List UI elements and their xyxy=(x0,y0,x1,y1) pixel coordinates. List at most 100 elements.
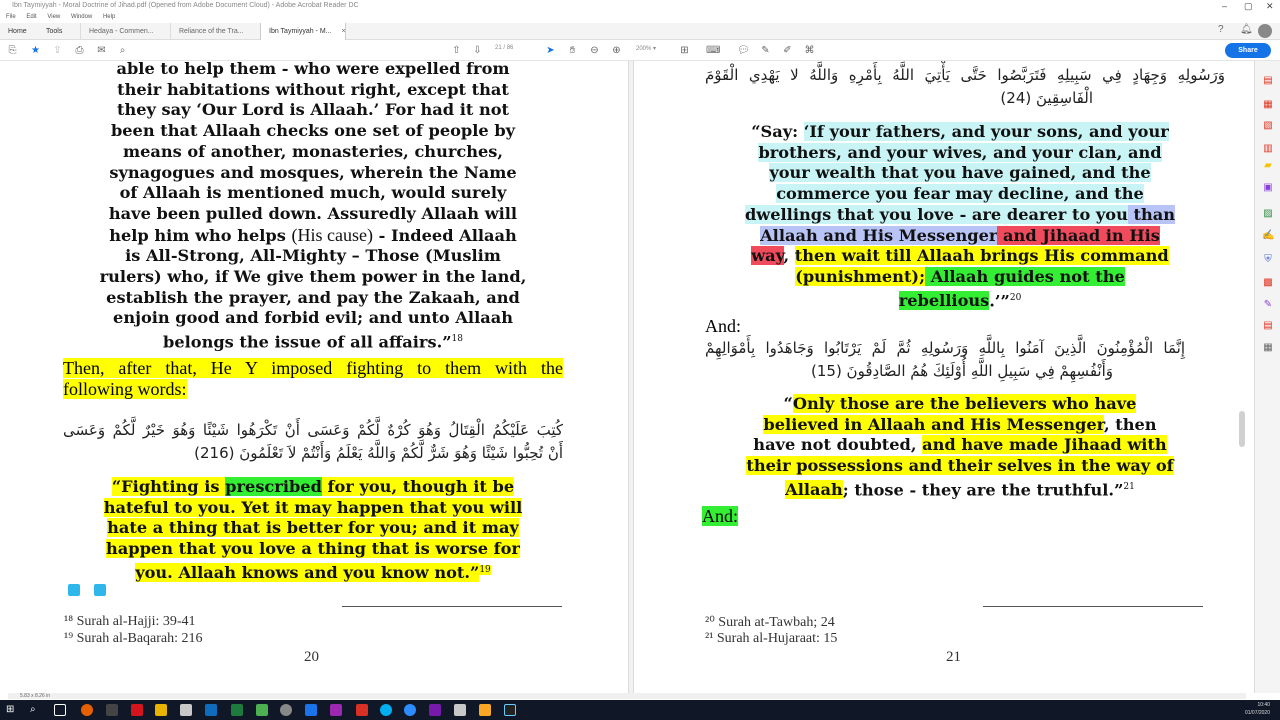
tab-ibn-taymiyyah[interactable]: Ibn Taymiyyah - M... × xyxy=(260,23,346,40)
create-pdf-icon[interactable]: ⎘ xyxy=(6,44,19,57)
tab-tools[interactable]: Tools xyxy=(38,23,78,40)
notepad-icon[interactable] xyxy=(454,704,466,716)
organize-pages-icon[interactable]: ▥ xyxy=(1262,143,1274,155)
taskbar-search-icon[interactable]: ⌕ xyxy=(30,704,42,716)
minimize-icon[interactable]: – xyxy=(1222,0,1227,12)
app-circle-icon[interactable] xyxy=(280,704,292,716)
export-pdf-icon[interactable]: ▤ xyxy=(1262,75,1274,87)
search-icon[interactable]: ⌕ xyxy=(116,44,129,57)
close-window-icon[interactable]: ✕ xyxy=(1266,0,1274,12)
verse-segment: , then xyxy=(1103,414,1157,434)
page-current: 21 xyxy=(495,45,502,51)
print-icon[interactable]: ⎙ xyxy=(73,44,86,57)
left-page: able to help them - who were expelled fr… xyxy=(8,61,628,693)
quote-line: have been pulled down. Assuredly Allaah … xyxy=(108,203,518,223)
menu-help[interactable]: Help xyxy=(103,12,115,23)
zoom-in-icon[interactable]: ⊕ xyxy=(610,44,623,57)
terminal-icon[interactable] xyxy=(504,704,516,716)
more-tools-icon[interactable]: ▦ xyxy=(1262,342,1274,354)
clock-date[interactable]: 01/07/2020 xyxy=(1230,710,1270,716)
verse-line: “Only those are the believers who have xyxy=(720,394,1200,415)
word-icon[interactable] xyxy=(305,704,317,716)
fill-sign-icon[interactable]: ✍ xyxy=(1262,230,1274,242)
quote-parenthetical: (His cause) xyxy=(291,224,373,245)
menu-window[interactable]: Window xyxy=(71,12,92,23)
horizontal-scrollbar[interactable] xyxy=(8,693,1246,699)
folder-icon[interactable] xyxy=(479,704,491,716)
highlighted-text: (punishment); xyxy=(795,266,926,286)
maximize-icon[interactable]: ▢ xyxy=(1244,0,1253,12)
select-cursor-icon[interactable]: ➤ xyxy=(544,44,557,57)
keyboard-icon[interactable]: ⌨ xyxy=(706,44,720,57)
email-icon[interactable]: ✉ xyxy=(95,44,108,57)
app-icon[interactable] xyxy=(106,704,118,716)
store-icon[interactable] xyxy=(180,704,192,716)
comment-icon[interactable]: 💬︎ xyxy=(737,44,750,57)
tab-reliance[interactable]: Reliance of the Tra... xyxy=(170,23,258,40)
quote-line: rulers) who, if We give them power in th… xyxy=(99,267,527,287)
share-button[interactable]: Share xyxy=(1225,43,1271,58)
app-green-icon[interactable] xyxy=(256,704,268,716)
powerpoint-icon[interactable] xyxy=(356,704,368,716)
excel-icon[interactable] xyxy=(231,704,243,716)
highlighted-text: then wait till Allaah brings His command xyxy=(794,246,1169,266)
onenote-icon[interactable] xyxy=(429,704,441,716)
menu-edit[interactable]: Edit xyxy=(26,12,36,23)
quote-line: of Allaah is mentioned much, would surel… xyxy=(119,183,507,203)
windows-start-icon[interactable]: ⊞ xyxy=(6,704,18,716)
vertical-scrollbar[interactable] xyxy=(1239,411,1245,447)
skype-icon[interactable] xyxy=(380,704,392,716)
menu-file[interactable]: File xyxy=(6,12,16,23)
create-pdf-tool-icon[interactable]: ▦ xyxy=(1262,99,1274,111)
tab-hedaya[interactable]: Hedaya - Commen... xyxy=(80,23,168,40)
comment-tool-icon[interactable]: ▰ xyxy=(1262,160,1274,172)
bookmark-star-icon[interactable]: ★ xyxy=(29,44,42,57)
task-view-icon[interactable] xyxy=(54,704,66,716)
combine-files-icon[interactable]: ▣ xyxy=(1262,182,1274,194)
acrobat-icon[interactable] xyxy=(131,704,143,716)
next-page-icon[interactable]: ⇩ xyxy=(471,44,484,57)
document-viewport[interactable]: able to help them - who were expelled fr… xyxy=(8,61,1246,693)
comment-note-icon[interactable] xyxy=(94,584,106,596)
tab-home[interactable]: Home xyxy=(0,23,38,40)
page-number-input[interactable]: 21 / 86 xyxy=(495,45,513,51)
help-icon[interactable]: ? xyxy=(1218,24,1224,35)
sign-icon[interactable]: ⌘ xyxy=(803,44,816,57)
tab-close-icon[interactable]: × xyxy=(341,28,345,35)
upload-icon[interactable]: ⇪ xyxy=(51,44,64,57)
arabic-line: وَرَسُولِهِ وَجِهَادٍ فِي سَبِيلِهِ فَتَ… xyxy=(705,66,1225,84)
file-explorer-icon[interactable] xyxy=(155,704,167,716)
edit-pdf-icon[interactable]: ▧ xyxy=(1262,120,1274,132)
zoom-select[interactable]: 200% ▾ xyxy=(636,45,656,52)
prepare-form-icon[interactable]: ✎ xyxy=(1262,299,1274,311)
scan-icon[interactable]: ▨ xyxy=(1262,208,1274,220)
hand-tool-icon[interactable]: ✋︎ xyxy=(566,44,579,57)
avatar[interactable] xyxy=(1258,24,1272,38)
verse-segment: , xyxy=(783,246,795,266)
mail-icon[interactable] xyxy=(205,704,217,716)
page-fit-icon[interactable]: ⊞ xyxy=(678,44,691,57)
clock-time[interactable]: 10:40 xyxy=(1230,702,1270,708)
app-purple-icon[interactable] xyxy=(330,704,342,716)
verse-line: Allaah; those - they are the truthful.”2… xyxy=(720,477,1200,501)
draw-icon[interactable]: ✐ xyxy=(781,44,794,57)
zoom-out-icon[interactable]: ⊖ xyxy=(588,44,601,57)
menu-view[interactable]: View xyxy=(47,12,60,23)
footnote-ref: 18 xyxy=(451,334,463,345)
protect-icon[interactable]: ⛨ xyxy=(1262,254,1274,266)
notifications-icon[interactable]: 🔔︎ xyxy=(1240,24,1253,35)
comment-note-icon[interactable] xyxy=(68,584,80,596)
highlighted-text: Then, after that, He Y imposed fighting … xyxy=(63,358,563,378)
arabic-verse-216: كُتِبَ عَلَيْكُمُ الْقِتَالُ وَهُوَ كُرْ… xyxy=(63,419,563,465)
tab-hedaya-label: Hedaya - Commen... xyxy=(89,28,154,35)
quote-line: synagogues and mosques, wherein the Name xyxy=(109,162,517,182)
arabic-line: كُتِبَ عَلَيْكُمُ الْقِتَالُ وَهُوَ كُرْ… xyxy=(63,421,563,439)
zoom-app-icon[interactable] xyxy=(404,704,416,716)
prev-page-icon[interactable]: ⇧ xyxy=(450,44,463,57)
compress-icon[interactable]: ▩ xyxy=(1262,277,1274,289)
pen-icon[interactable]: ✎ xyxy=(759,44,772,57)
firefox-icon[interactable] xyxy=(81,704,93,716)
send-comments-icon[interactable]: ▤ xyxy=(1262,320,1274,332)
highlighted-text-cyan: dwellings that you love - are dearer to … xyxy=(744,204,1128,224)
highlighted-text-green: Allaah guides not the xyxy=(925,266,1125,286)
